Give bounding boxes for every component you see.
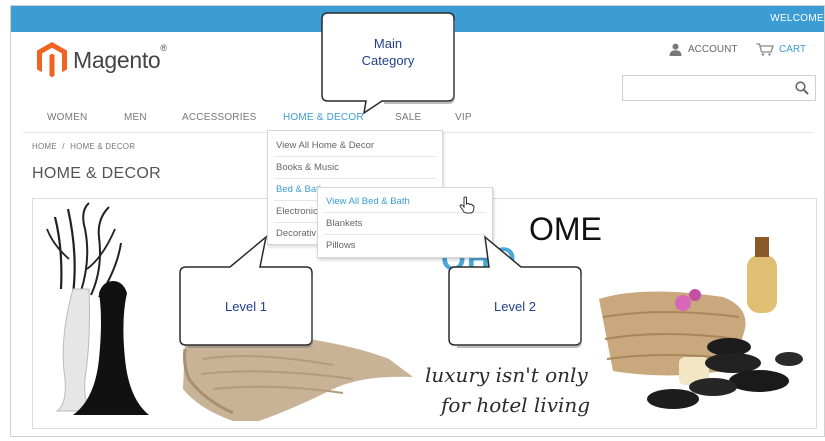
banner-tagline-line1: luxury isn't only bbox=[425, 363, 588, 387]
dropdown-separator bbox=[274, 178, 436, 179]
cart-icon bbox=[756, 43, 774, 56]
callout-level2 bbox=[448, 235, 582, 348]
dropdown-separator bbox=[274, 156, 436, 157]
brand-name: Magento® bbox=[73, 42, 167, 73]
dropdown-item-view-all-home-decor[interactable]: View All Home & Decor bbox=[276, 140, 436, 151]
storefront-frame: WELCOME Magento® ACCOUNT CART WOMEN MEN … bbox=[10, 5, 825, 437]
breadcrumb-home[interactable]: HOME bbox=[32, 142, 57, 151]
nav-item-men[interactable]: MEN bbox=[124, 112, 147, 123]
callout-level1-text: Level 1 bbox=[225, 299, 267, 314]
hand-cursor-icon bbox=[459, 196, 475, 214]
user-icon bbox=[669, 43, 682, 56]
welcome-message: WELCOME bbox=[770, 13, 824, 24]
dropdown-item-blankets[interactable]: Blankets bbox=[326, 218, 486, 229]
breadcrumb-separator: / bbox=[62, 142, 65, 151]
nav-item-accessories[interactable]: ACCESSORIES bbox=[182, 112, 256, 123]
breadcrumb-current: HOME & DECOR bbox=[70, 142, 136, 151]
search-icon[interactable] bbox=[795, 81, 809, 95]
dropdown-item-books-music[interactable]: Books & Music bbox=[276, 162, 436, 173]
account-link[interactable]: ACCOUNT bbox=[669, 43, 737, 56]
vase-sticks-image bbox=[46, 202, 149, 415]
page-title: HOME & DECOR bbox=[32, 165, 161, 182]
callout-level1 bbox=[179, 235, 313, 348]
spa-stones-image bbox=[599, 237, 803, 409]
magento-logo-icon bbox=[37, 42, 67, 78]
account-label: ACCOUNT bbox=[688, 44, 738, 55]
cart-link[interactable]: CART bbox=[756, 43, 806, 56]
callout-level2-text: Level 2 bbox=[494, 299, 536, 314]
callout-main-category-line2: Category bbox=[361, 53, 415, 68]
nav-item-women[interactable]: WOMEN bbox=[47, 112, 87, 123]
callout-main-category-line1: Main bbox=[373, 36, 403, 51]
magento-logo[interactable]: Magento® bbox=[37, 42, 167, 78]
search-box[interactable] bbox=[622, 75, 816, 101]
search-input[interactable] bbox=[627, 77, 791, 101]
cart-label: CART bbox=[779, 44, 807, 55]
banner-tagline-line2: for hotel living bbox=[441, 393, 591, 417]
breadcrumb: HOME / HOME & DECOR bbox=[32, 142, 135, 151]
